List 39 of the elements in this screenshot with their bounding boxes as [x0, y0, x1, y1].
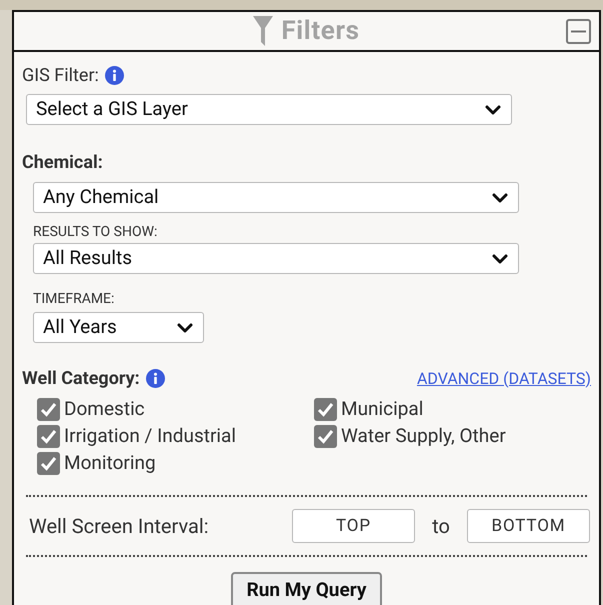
chevron-icon — [177, 322, 193, 332]
checkbox-label: Irrigation / Industrial — [64, 423, 236, 450]
checkbox[interactable] — [314, 398, 337, 421]
results-select[interactable]: All Results — [33, 243, 519, 274]
checkmark-icon — [40, 402, 57, 417]
checkbox[interactable] — [314, 425, 337, 448]
chevron-icon — [492, 254, 508, 264]
chevron-icon — [492, 192, 508, 202]
checkbox[interactable] — [37, 425, 60, 448]
checkmark-icon — [317, 402, 334, 417]
checkbox[interactable] — [37, 398, 60, 421]
to-label: to — [431, 513, 451, 540]
well-category-label: Well Category: — [22, 367, 140, 391]
checkbox-label: Municipal — [341, 396, 424, 422]
chevron-icon — [485, 104, 501, 114]
gis-filter-label: GIS Filter: — [22, 64, 99, 88]
chemical-label: Chemical: — [22, 152, 103, 173]
bottom-input[interactable]: BOTTOM — [467, 509, 590, 543]
results-to-show-label: RESULTS TO SHOW: — [33, 222, 158, 242]
run-query-button[interactable]: Run My Query — [230, 572, 382, 605]
checkmark-icon — [40, 429, 57, 444]
checkbox-label: Domestic — [64, 396, 145, 422]
checkbox-label: Monitoring — [64, 450, 156, 476]
checkmark-icon — [40, 456, 57, 471]
checkbox[interactable] — [37, 452, 60, 475]
top-input[interactable]: TOP — [292, 509, 415, 543]
timeframe-select[interactable]: All Years — [33, 312, 204, 343]
panel-title: Filters — [281, 14, 360, 48]
timeframe-label: TIMEFRAME: — [33, 290, 114, 308]
checkmark-icon — [317, 429, 334, 444]
advanced-datasets-link[interactable]: ADVANCED (DATASETS) — [416, 366, 591, 390]
filter-icon — [253, 16, 274, 46]
info-icon[interactable] — [146, 369, 165, 388]
gis-layer-select[interactable]: Select a GIS Layer — [26, 94, 512, 125]
checkbox-label: Water Supply, Other — [341, 423, 506, 450]
well-screen-interval-label: Well Screen Interval: — [29, 513, 210, 540]
chemical-select[interactable]: Any Chemical — [33, 182, 519, 213]
info-icon[interactable] — [104, 66, 124, 84]
collapse-icon[interactable] — [566, 19, 591, 44]
